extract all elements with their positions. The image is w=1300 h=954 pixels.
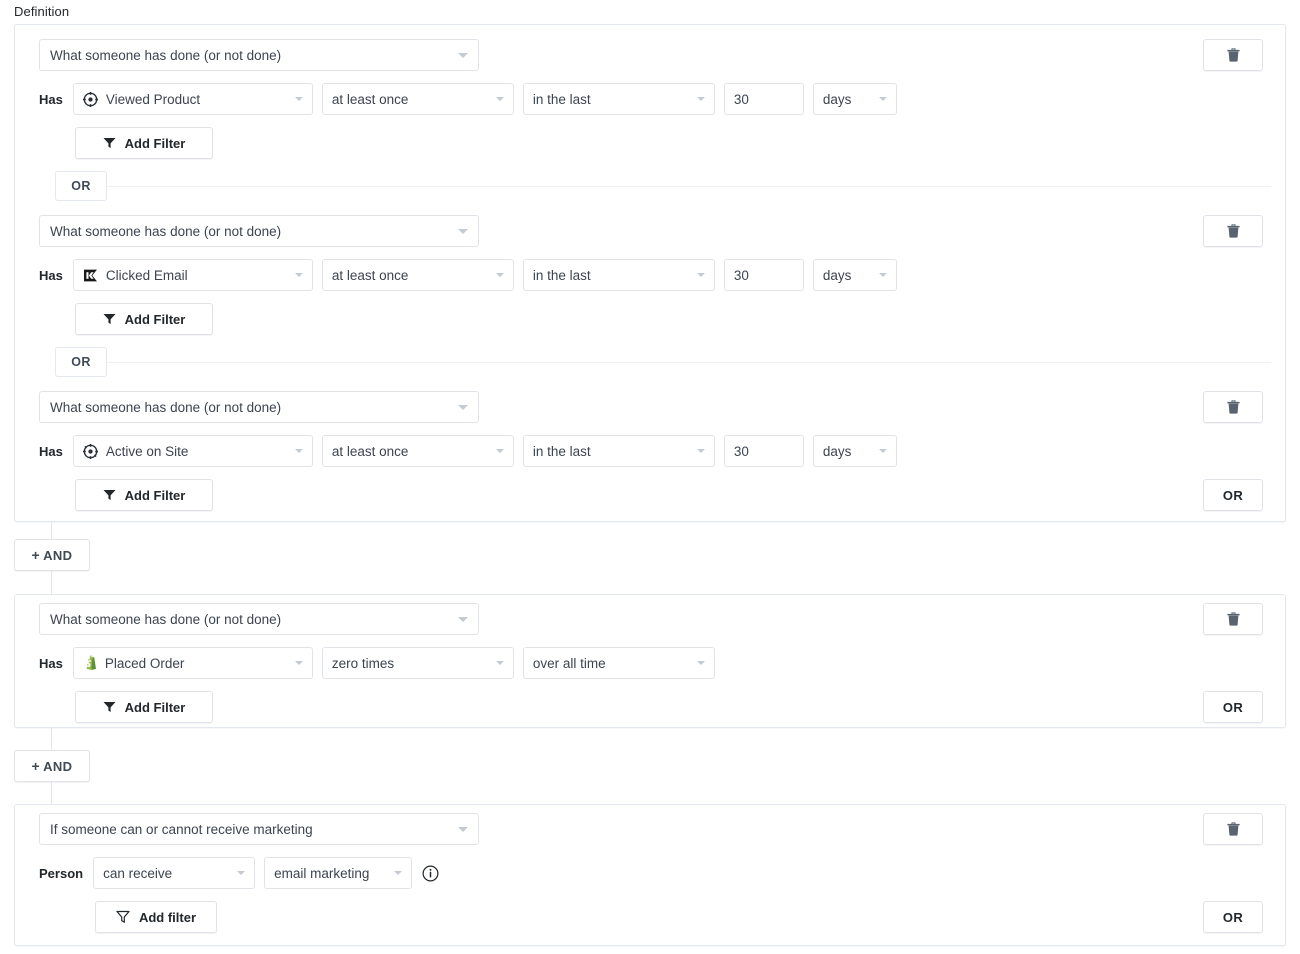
chevron-down-icon	[495, 449, 504, 453]
delete-condition-button-1[interactable]	[1203, 39, 1263, 71]
filter-funnel-icon	[103, 701, 116, 713]
chevron-down-icon	[294, 97, 303, 101]
add-filter-button-3[interactable]: Add Filter	[75, 479, 213, 511]
condition-row-3: Has Active on Site at least once in the …	[39, 435, 906, 467]
chevron-down-icon	[458, 404, 468, 410]
chevron-down-icon	[458, 826, 468, 832]
target-icon	[82, 91, 98, 107]
or-separator-1: OR	[55, 171, 1271, 201]
metric-select-4[interactable]: Placed Order	[72, 647, 313, 679]
info-icon[interactable]	[421, 864, 439, 882]
filter-funnel-icon	[103, 489, 116, 501]
condition-group-2: What someone has done (or not done) Has	[14, 594, 1286, 728]
frequency-select-4[interactable]: zero times	[321, 647, 514, 679]
condition-group-1: What someone has done (or not done) Has	[14, 24, 1286, 522]
trash-icon	[1226, 224, 1240, 238]
page-title: Definition	[14, 4, 70, 19]
or-separator-2: OR	[55, 347, 1271, 377]
frequency-select-3[interactable]: at least once	[321, 435, 514, 467]
add-or-condition-button-3[interactable]: OR	[1203, 901, 1263, 933]
condition-group-3: If someone can or cannot receive marketi…	[14, 804, 1286, 946]
chevron-down-icon	[878, 273, 887, 277]
condition-row-4: Has Placed Order zero times over all tim…	[39, 647, 724, 679]
klaviyo-flag-icon	[83, 269, 98, 282]
chevron-down-icon	[696, 97, 705, 101]
chevron-down-icon	[878, 449, 887, 453]
timeframe-select-1[interactable]: in the last	[522, 83, 715, 115]
timeframe-amount-input-2[interactable]: 30	[723, 259, 804, 291]
chevron-down-icon	[294, 273, 303, 277]
filter-funnel-icon	[103, 137, 116, 149]
filter-funnel-icon	[103, 313, 116, 325]
add-and-group-button-2[interactable]: + AND	[14, 750, 90, 782]
trash-icon	[1226, 400, 1240, 414]
timeframe-unit-select-1[interactable]: days	[812, 83, 897, 115]
condition-type-select-5[interactable]: If someone can or cannot receive marketi…	[39, 813, 479, 845]
metric-select-3[interactable]: Active on Site	[72, 435, 313, 467]
chevron-down-icon	[237, 871, 246, 875]
chevron-down-icon	[294, 449, 303, 453]
or-separator-button-2[interactable]: OR	[55, 347, 107, 377]
chevron-down-icon	[294, 661, 303, 665]
delete-condition-button-5[interactable]	[1203, 813, 1263, 845]
condition-type-select-2[interactable]: What someone has done (or not done)	[39, 215, 479, 247]
timeframe-amount-input-3[interactable]: 30	[723, 435, 804, 467]
condition-prefix-label-3: Has	[39, 443, 63, 459]
shopify-icon	[83, 655, 97, 671]
trash-icon	[1226, 48, 1240, 62]
add-filter-button-4[interactable]: Add Filter	[75, 691, 213, 723]
add-filter-button-1[interactable]: Add Filter	[75, 127, 213, 159]
condition-row-1: Has Viewed Product at least once in the …	[39, 83, 906, 115]
trash-icon	[1226, 612, 1240, 626]
or-separator-button-1[interactable]: OR	[55, 171, 107, 201]
timeframe-unit-select-3[interactable]: days	[812, 435, 897, 467]
condition-prefix-label-5: Person	[39, 865, 84, 881]
metric-select-2[interactable]: Clicked Email	[72, 259, 313, 291]
timeframe-select-2[interactable]: in the last	[522, 259, 715, 291]
timeframe-unit-select-2[interactable]: days	[812, 259, 897, 291]
chevron-down-icon	[458, 52, 468, 58]
condition-row-5: Person can receive email marketing	[39, 857, 439, 889]
segment-definition-builder: Definition What someone has done (or not…	[0, 0, 1300, 954]
chevron-down-icon	[696, 661, 705, 665]
condition-prefix-label-4: Has	[39, 655, 63, 671]
timeframe-select-4[interactable]: over all time	[522, 647, 715, 679]
chevron-down-icon	[495, 661, 504, 665]
delete-condition-button-3[interactable]	[1203, 391, 1263, 423]
consent-select[interactable]: can receive	[93, 857, 256, 889]
timeframe-select-3[interactable]: in the last	[522, 435, 715, 467]
delete-condition-button-2[interactable]	[1203, 215, 1263, 247]
chevron-down-icon	[394, 871, 403, 875]
add-or-condition-button-2[interactable]: OR	[1203, 691, 1263, 723]
frequency-select-1[interactable]: at least once	[321, 83, 514, 115]
add-or-condition-button-1[interactable]: OR	[1203, 479, 1263, 511]
chevron-down-icon	[878, 97, 887, 101]
add-filter-button-5[interactable]: Add filter	[95, 901, 217, 933]
target-icon	[82, 443, 98, 459]
chevron-down-icon	[458, 228, 468, 234]
channel-select[interactable]: email marketing	[264, 857, 413, 889]
condition-row-2: Has Clicked Email at least once in the l…	[39, 259, 906, 291]
add-filter-button-2[interactable]: Add Filter	[75, 303, 213, 335]
condition-type-select-4[interactable]: What someone has done (or not done)	[39, 603, 479, 635]
chevron-down-icon	[696, 273, 705, 277]
chevron-down-icon	[458, 616, 468, 622]
chevron-down-icon	[495, 97, 504, 101]
condition-type-select-1[interactable]: What someone has done (or not done)	[39, 39, 479, 71]
add-and-group-button-1[interactable]: + AND	[14, 539, 90, 571]
chevron-down-icon	[495, 273, 504, 277]
trash-icon	[1226, 822, 1240, 836]
chevron-down-icon	[696, 449, 705, 453]
metric-select-1[interactable]: Viewed Product	[72, 83, 313, 115]
condition-prefix-label-2: Has	[39, 267, 63, 283]
delete-condition-button-4[interactable]	[1203, 603, 1263, 635]
frequency-select-2[interactable]: at least once	[321, 259, 514, 291]
condition-type-select-3[interactable]: What someone has done (or not done)	[39, 391, 479, 423]
timeframe-amount-input-1[interactable]: 30	[723, 83, 804, 115]
condition-prefix-label-1: Has	[39, 91, 63, 107]
filter-funnel-outline-icon	[116, 910, 130, 924]
